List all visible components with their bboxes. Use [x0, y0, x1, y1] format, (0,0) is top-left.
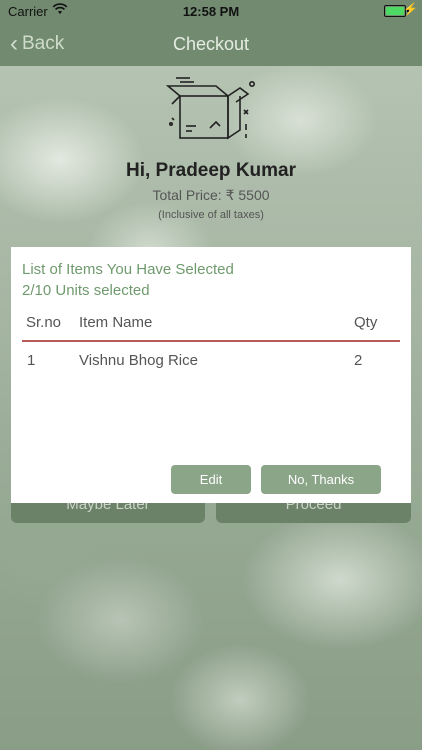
row-item-name: Vishnu Bhog Rice	[79, 352, 198, 369]
taxes-note: (Inclusive of all taxes)	[158, 209, 264, 221]
column-header-item-name: Item Name	[79, 314, 153, 331]
column-header-srno: Sr.no	[26, 314, 62, 331]
greeting-text: Hi, Pradeep Kumar	[126, 160, 296, 181]
row-qty: 2	[354, 352, 363, 369]
table-header-divider	[22, 340, 400, 342]
selected-items-dialog: List of Items You Have Selected 2/10 Uni…	[11, 247, 411, 503]
column-header-qty: Qty	[354, 314, 378, 331]
row-srno: 1	[27, 352, 36, 369]
charging-icon: ⚡	[403, 2, 418, 16]
clock: 12:58 PM	[182, 4, 240, 19]
page-title: Checkout	[172, 34, 250, 54]
no-thanks-button[interactable]: No, Thanks	[261, 465, 381, 494]
edit-button[interactable]: Edit	[171, 465, 251, 494]
dialog-title: List of Items You Have Selected	[22, 261, 234, 278]
units-selected-text: 2/10 Units selected	[22, 282, 150, 299]
total-price: Total Price: ₹ 5500	[152, 187, 270, 203]
navigation-bar: ‹ Back Checkout	[0, 22, 422, 66]
status-bar: Carrier 12:58 PM ⚡	[0, 0, 422, 22]
open-box-icon	[160, 74, 260, 144]
